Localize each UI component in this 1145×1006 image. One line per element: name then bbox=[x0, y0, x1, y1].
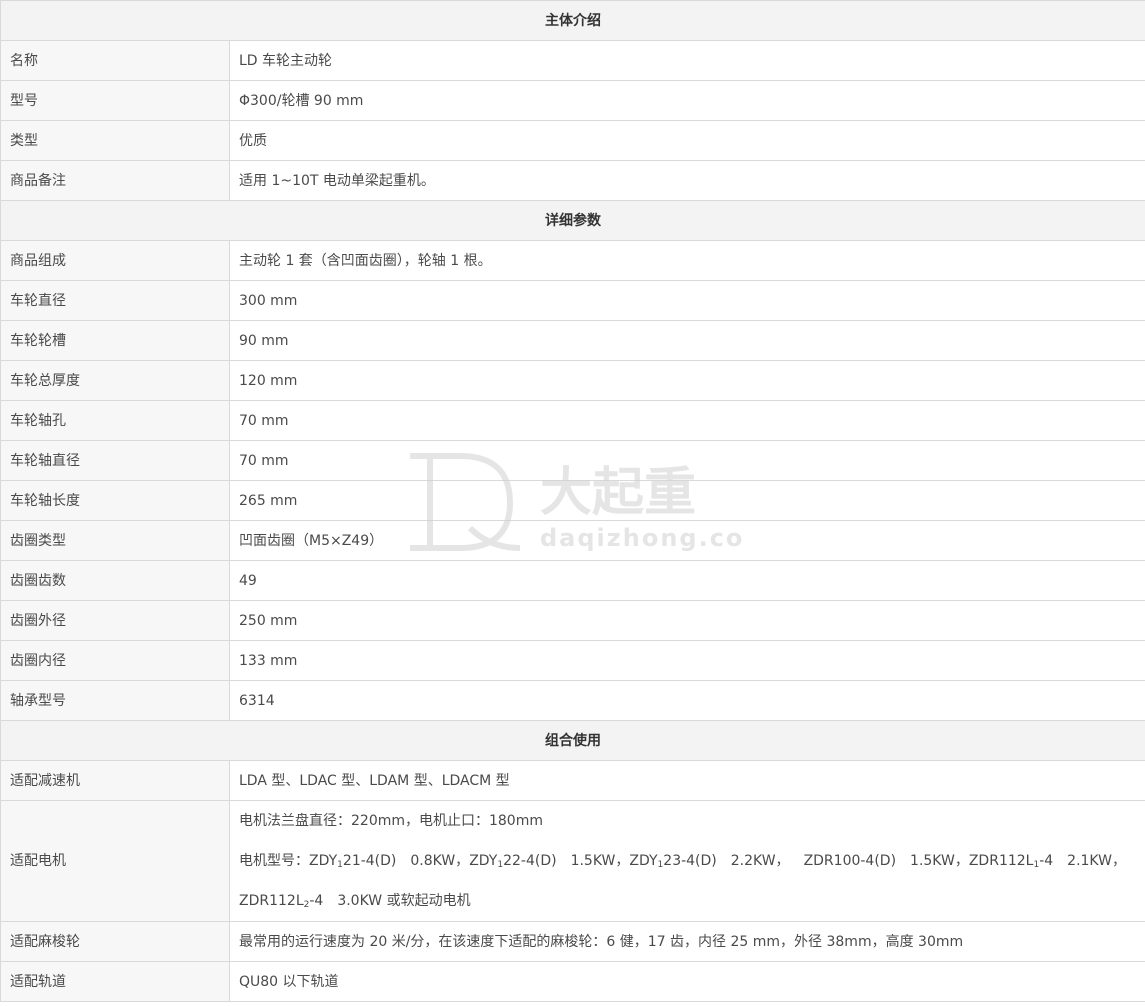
motor-power: 1.5KW， bbox=[570, 853, 630, 869]
table-row: 车轮轴直径 70 mm bbox=[0, 440, 1145, 481]
row-label: 商品备注 bbox=[0, 160, 230, 201]
motor-model: ZDY122-4(D) bbox=[469, 853, 557, 870]
table-row: 齿圈齿数 49 bbox=[0, 560, 1145, 601]
table-row: 类型 优质 bbox=[0, 120, 1145, 161]
row-value: LD 车轮主动轮 bbox=[229, 40, 1145, 81]
row-value: Φ300/轮槽 90 mm bbox=[229, 80, 1145, 121]
table-row: 车轮轮槽 90 mm bbox=[0, 320, 1145, 361]
table-row: 车轮直径 300 mm bbox=[0, 280, 1145, 321]
table-row: 适配减速机 LDA 型、LDAC 型、LDAM 型、LDACM 型 bbox=[0, 760, 1145, 801]
row-label: 车轮总厚度 bbox=[0, 360, 230, 401]
motor-model: ZDR112L1-4 bbox=[968, 853, 1054, 870]
row-value: LDA 型、LDAC 型、LDAM 型、LDACM 型 bbox=[229, 760, 1145, 801]
row-value: 300 mm bbox=[229, 280, 1145, 321]
spec-sheet: 主体介绍 名称 LD 车轮主动轮 型号 Φ300/轮槽 90 mm 类型 优质 商品备… bbox=[0, 0, 1145, 1006]
motor-power: 0.8KW， bbox=[410, 853, 470, 869]
row-value: 适用 1~10T 电动单梁起重机。 bbox=[229, 160, 1145, 201]
row-label: 轴承型号 bbox=[0, 680, 230, 721]
row-label: 车轮直径 bbox=[0, 280, 230, 321]
table-row-motor: 适配电机 电机法兰盘直径：220mm，电机止口：180mm 电机型号：ZDY12… bbox=[0, 800, 1145, 922]
row-value: 49 bbox=[229, 560, 1145, 601]
table-row: 车轮轴孔 70 mm bbox=[0, 400, 1145, 441]
row-value: 250 mm bbox=[229, 600, 1145, 641]
section-header-intro: 主体介绍 bbox=[0, 0, 1145, 41]
row-value: 265 mm bbox=[229, 480, 1145, 521]
row-label: 型号 bbox=[0, 80, 230, 121]
row-label: 适配减速机 bbox=[0, 760, 230, 801]
motor-power: 2.1KW， bbox=[1067, 853, 1126, 869]
table-row: 适配麻梭轮 最常用的运行速度为 20 米/分，在该速度下适配的麻梭轮：6 健，17… bbox=[0, 921, 1145, 962]
motor-flange-text: 电机法兰盘直径：220mm，电机止口：180mm bbox=[239, 813, 543, 829]
table-row: 齿圈外径 250 mm bbox=[0, 600, 1145, 641]
row-label: 适配轨道 bbox=[0, 961, 230, 1002]
row-label: 车轮轴长度 bbox=[0, 480, 230, 521]
section-title: 主体介绍 bbox=[0, 0, 1145, 41]
motor-model: ZDY121-4(D) bbox=[309, 853, 397, 870]
row-value: 120 mm bbox=[229, 360, 1145, 401]
section-header-combo: 组合使用 bbox=[0, 720, 1145, 761]
row-label: 齿圈齿数 bbox=[0, 560, 230, 601]
motor-model: ZDY123-4(D) bbox=[629, 853, 717, 870]
table-row: 车轮轴长度 265 mm bbox=[0, 480, 1145, 521]
row-label: 适配电机 bbox=[0, 800, 230, 922]
table-row: 车轮总厚度 120 mm bbox=[0, 360, 1145, 401]
row-value: 70 mm bbox=[229, 440, 1145, 481]
section-title: 详细参数 bbox=[0, 200, 1145, 241]
motor-power: 1.5KW， bbox=[910, 853, 969, 869]
motor-models-prefix: 电机型号： bbox=[239, 853, 309, 869]
row-label: 名称 bbox=[0, 40, 230, 81]
row-value: 凹面齿圈（M5×Z49） bbox=[229, 520, 1145, 561]
row-value: 90 mm bbox=[229, 320, 1145, 361]
table-row: 适配轨道 QU80 以下轨道 bbox=[0, 961, 1145, 1002]
row-value: 70 mm bbox=[229, 400, 1145, 441]
row-value-motor: 电机法兰盘直径：220mm，电机止口：180mm 电机型号：ZDY121-4(D… bbox=[229, 800, 1145, 922]
row-label: 齿圈外径 bbox=[0, 600, 230, 641]
row-value: 6314 bbox=[229, 680, 1145, 721]
motor-power: 3.0KW 或软起动电机 bbox=[337, 893, 471, 909]
row-value: QU80 以下轨道 bbox=[229, 961, 1145, 1002]
table-row: 商品组成 主动轮 1 套（含凹面齿圈），轮轴 1 根。 bbox=[0, 240, 1145, 281]
motor-model: ZDR112L2-4 bbox=[239, 893, 324, 910]
table-row: 商品备注 适用 1~10T 电动单梁起重机。 bbox=[0, 160, 1145, 201]
motor-model: ZDR100-4(D) bbox=[803, 853, 897, 869]
spec-table: 主体介绍 名称 LD 车轮主动轮 型号 Φ300/轮槽 90 mm 类型 优质 商品备… bbox=[0, 0, 1145, 1002]
table-row: 轴承型号 6314 bbox=[0, 680, 1145, 721]
motor-models-line: ZDR112L2-4 3.0KW 或软起动电机 bbox=[239, 881, 1137, 921]
row-label: 车轮轴直径 bbox=[0, 440, 230, 481]
section-title: 组合使用 bbox=[0, 720, 1145, 761]
row-label: 车轮轮槽 bbox=[0, 320, 230, 361]
section-header-details: 详细参数 bbox=[0, 200, 1145, 241]
row-label: 齿圈类型 bbox=[0, 520, 230, 561]
row-value: 133 mm bbox=[229, 640, 1145, 681]
table-row: 型号 Φ300/轮槽 90 mm bbox=[0, 80, 1145, 121]
row-label: 齿圈内径 bbox=[0, 640, 230, 681]
row-label: 适配麻梭轮 bbox=[0, 921, 230, 962]
row-label: 类型 bbox=[0, 120, 230, 161]
table-row: 名称 LD 车轮主动轮 bbox=[0, 40, 1145, 81]
row-label: 车轮轴孔 bbox=[0, 400, 230, 441]
row-value: 优质 bbox=[229, 120, 1145, 161]
motor-power: 2.2KW， bbox=[730, 853, 790, 869]
row-value: 主动轮 1 套（含凹面齿圈），轮轴 1 根。 bbox=[229, 240, 1145, 281]
table-row: 齿圈类型 凹面齿圈（M5×Z49） bbox=[0, 520, 1145, 561]
motor-models-line: 电机型号：ZDY121-4(D) 0.8KW，ZDY122-4(D) 1.5KW，Z… bbox=[239, 841, 1137, 881]
table-row: 齿圈内径 133 mm bbox=[0, 640, 1145, 681]
row-value: 最常用的运行速度为 20 米/分，在该速度下适配的麻梭轮：6 健，17 齿，内径… bbox=[229, 921, 1145, 962]
row-label: 商品组成 bbox=[0, 240, 230, 281]
